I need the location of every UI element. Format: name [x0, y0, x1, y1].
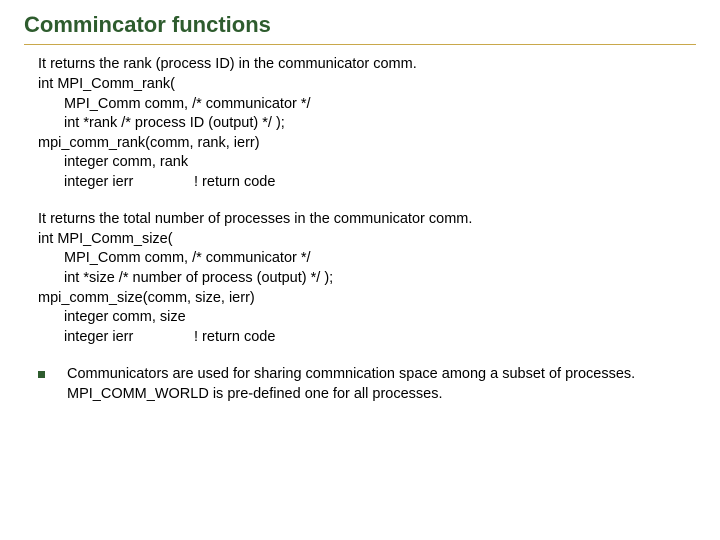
rank-f-line2: integer ierr ! return code: [38, 173, 696, 193]
size-f-line2: integer ierr ! return code: [38, 328, 696, 348]
bullet-item: Communicators are used for sharing commn…: [38, 365, 696, 404]
size-block: It returns the total number of processes…: [38, 210, 696, 347]
size-ierr-label: integer ierr: [64, 328, 194, 348]
size-f-line0: mpi_comm_size(comm, size, ierr): [38, 289, 696, 309]
bullet-list: Communicators are used for sharing commn…: [38, 365, 696, 404]
rank-ierr-label: integer ierr: [64, 173, 194, 193]
size-desc: It returns the total number of processes…: [38, 210, 696, 230]
rank-block: It returns the rank (process ID) in the …: [38, 55, 696, 192]
size-c-line2: int *size /* number of process (output) …: [38, 269, 696, 289]
size-ierr-comment: ! return code: [194, 328, 275, 348]
rank-c-line2: int *rank /* process ID (output) */ );: [38, 114, 696, 134]
slide-title: Commincator functions: [24, 12, 696, 45]
size-c-line0: int MPI_Comm_size(: [38, 230, 696, 250]
size-f-line1: integer comm, size: [38, 308, 696, 328]
rank-c-line1: MPI_Comm comm, /* communicator */: [38, 95, 696, 115]
slide: Commincator functions It returns the ran…: [0, 0, 720, 540]
rank-desc: It returns the rank (process ID) in the …: [38, 55, 696, 75]
rank-ierr-comment: ! return code: [194, 173, 275, 193]
size-c-line1: MPI_Comm comm, /* communicator */: [38, 249, 696, 269]
rank-f-line0: mpi_comm_rank(comm, rank, ierr): [38, 134, 696, 154]
square-bullet-icon: [38, 371, 45, 378]
rank-c-line0: int MPI_Comm_rank(: [38, 75, 696, 95]
rank-f-line1: integer comm, rank: [38, 153, 696, 173]
bullet-text: Communicators are used for sharing commn…: [67, 365, 696, 404]
